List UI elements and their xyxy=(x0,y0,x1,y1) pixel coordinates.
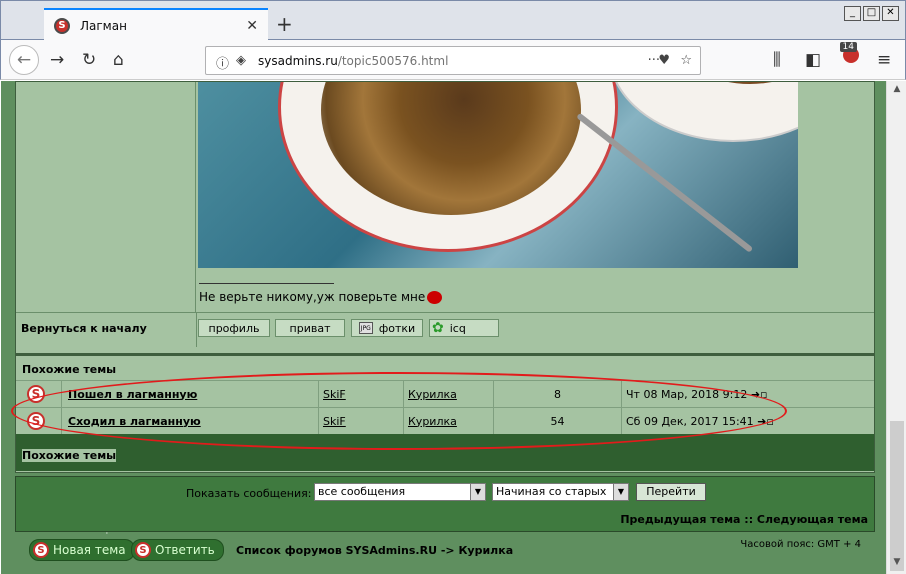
url-text: sysadmins.ru/topic500576.html xyxy=(258,54,449,68)
scroll-down-icon[interactable]: ▼ xyxy=(890,557,904,571)
browser-tab[interactable]: S Лагман ✕ xyxy=(44,8,268,41)
forward-arrow-icon[interactable]: → xyxy=(50,50,64,70)
table-row: S Пошел в лагманную SkiF Курилка 8 Чт 08… xyxy=(16,380,874,407)
site-logo-icon: S xyxy=(135,542,151,558)
post-author-column xyxy=(16,82,196,312)
forum-link[interactable]: Курилка xyxy=(404,415,457,428)
info-icon[interactable]: ⓘ xyxy=(216,53,229,72)
topic-icon: S xyxy=(27,385,45,403)
author-link[interactable]: SkiF xyxy=(319,415,346,428)
similar-topics-table: Похожие темы S Пошел в лагманную SkiF Ку… xyxy=(15,353,875,473)
icq-flower-icon: ✿ xyxy=(432,320,444,336)
reload-icon[interactable]: ↻ xyxy=(82,50,96,70)
goto-last-post-icon[interactable]: ➜▫ xyxy=(757,415,774,428)
author-link[interactable]: SkiF xyxy=(319,388,346,401)
topic-icon: S xyxy=(27,412,45,430)
pocket-icon[interactable]: ♥ xyxy=(658,53,670,68)
address-bar[interactable]: ⓘ ◈ sysadmins.ru/topic500576.html ··· ♥ … xyxy=(205,46,701,75)
maximize-icon[interactable]: □ xyxy=(863,6,880,21)
last-post-date: Сб 09 Дек, 2017 15:41 xyxy=(626,414,754,428)
plate-image xyxy=(278,82,618,252)
replies-count: 54 xyxy=(550,414,565,428)
home-icon[interactable]: ⌂ xyxy=(113,50,124,70)
close-tab-icon[interactable]: ✕ xyxy=(246,18,258,34)
table-row: S Сходил в лагманную SkiF Курилка 54 Сб … xyxy=(16,407,874,434)
icq-button[interactable]: ✿ icq xyxy=(429,319,499,337)
go-button[interactable]: Перейти xyxy=(636,483,706,501)
vertical-scrollbar[interactable]: ▲ ▼ xyxy=(886,81,906,574)
replies-count: 8 xyxy=(554,387,561,401)
chevron-down-icon[interactable]: ▼ xyxy=(470,484,485,500)
profile-button[interactable]: профиль xyxy=(198,319,270,337)
library-icon[interactable]: ⫼ xyxy=(773,50,781,70)
adblock-count: 14 xyxy=(839,42,857,52)
back-arrow-icon[interactable]: ← xyxy=(9,45,39,75)
sidebar-icon[interactable]: ◧ xyxy=(805,50,821,70)
back-to-top-link[interactable]: Вернуться к началу xyxy=(21,322,147,335)
smiley-icon xyxy=(427,291,443,304)
timezone-label: Часовой пояс: GMT + 4 xyxy=(740,539,861,550)
topic-link[interactable]: Пошел в лагманную xyxy=(62,388,197,401)
show-messages-label: Показать сообщения: xyxy=(186,487,312,500)
message-filter-select[interactable]: все сообщения ▼ xyxy=(314,483,486,501)
browser-titlebar: S Лагман ✕ + _ □ ✕ xyxy=(0,0,906,41)
new-topic-button[interactable]: S Новая тема xyxy=(29,539,135,561)
post-photo xyxy=(198,82,798,268)
reply-button[interactable]: S Ответить xyxy=(131,539,224,561)
display-options-bar: Показать сообщения: все сообщения ▼ Начи… xyxy=(15,476,875,532)
site-logo-icon: S xyxy=(33,542,49,558)
shield-icon[interactable]: ◈ xyxy=(236,53,246,68)
scroll-up-icon[interactable]: ▲ xyxy=(890,84,904,98)
action-bar: S Новая тема S Ответить Список форумов S… xyxy=(15,536,875,572)
page-content: ❄ ❄ ❄ ❄ ❄ Не верьте никому,уж поверьте м… xyxy=(1,81,886,574)
topic-link[interactable]: Сходил в лагманную xyxy=(62,415,201,428)
post-footer-row: Вернуться к началу профиль приват JPG фот… xyxy=(16,312,874,347)
browser-navbar: ← → ↻ ⌂ ⓘ ◈ sysadmins.ru/topic500576.htm… xyxy=(0,40,906,80)
plate-image xyxy=(608,82,798,142)
similar-topics-header: Похожие темы xyxy=(22,363,117,376)
similar-topics-footer: Похожие темы xyxy=(16,434,874,471)
close-window-icon[interactable]: ✕ xyxy=(882,6,899,21)
sort-order-select[interactable]: Начиная со старых ▼ xyxy=(492,483,629,501)
breadcrumb[interactable]: Список форумов SYSAdmins.RU -> Курилка xyxy=(236,544,513,557)
goto-last-post-icon[interactable]: ➜▫ xyxy=(751,388,768,401)
menu-icon[interactable]: ≡ xyxy=(877,50,891,70)
signature-divider xyxy=(199,283,334,284)
signature: Не верьте никому,уж поверьте мне xyxy=(199,290,443,304)
photos-button[interactable]: JPG фотки xyxy=(351,319,423,337)
scroll-thumb[interactable] xyxy=(890,421,904,571)
photo-icon: JPG xyxy=(358,322,373,334)
last-post-date: Чт 08 Мар, 2018 9:12 xyxy=(626,387,748,401)
tab-title: Лагман xyxy=(80,18,127,33)
private-message-button[interactable]: приват xyxy=(275,319,345,337)
site-favicon-icon: S xyxy=(54,17,70,34)
chevron-down-icon[interactable]: ▼ xyxy=(613,484,628,500)
prev-next-topic-links[interactable]: Предыдущая тема :: Следующая тема xyxy=(620,513,868,526)
forum-link[interactable]: Курилка xyxy=(404,388,457,401)
minimize-icon[interactable]: _ xyxy=(844,6,861,21)
bookmark-star-icon[interactable]: ☆ xyxy=(680,53,692,68)
window-controls: _ □ ✕ xyxy=(844,6,899,21)
new-tab-icon[interactable]: + xyxy=(276,12,293,36)
